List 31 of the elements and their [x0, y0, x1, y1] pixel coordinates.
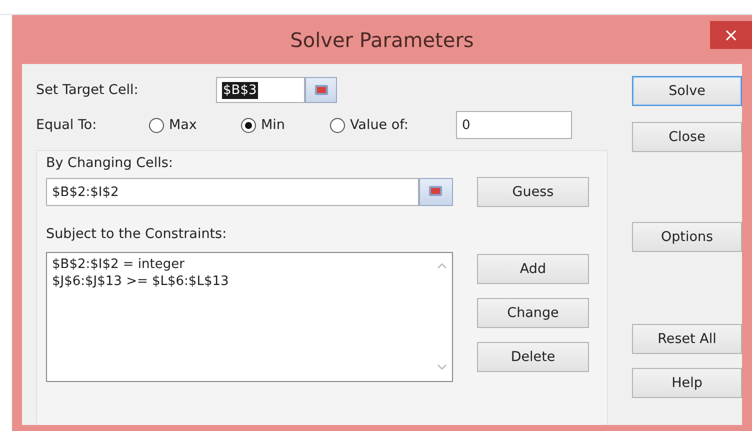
target-field[interactable]: $B$3 [216, 77, 305, 103]
constraint-item[interactable]: $B$2:$I$2 = integer [52, 256, 432, 273]
radio-button[interactable] [241, 118, 256, 132]
range-picker-icon[interactable] [419, 178, 453, 206]
target-label: Set Target Cell: [36, 82, 140, 98]
dialog-button[interactable]: Reset All [632, 324, 742, 354]
radio-button[interactable] [149, 118, 164, 132]
radio-button[interactable] [330, 118, 345, 132]
constraint-button[interactable]: Change [477, 298, 589, 328]
constraint-button[interactable]: Add [477, 254, 589, 284]
dialog-button[interactable]: Options [632, 222, 742, 252]
dialog-button[interactable]: Help [632, 368, 742, 398]
changing-cells-field[interactable]: $B$2:$I$2 [46, 178, 419, 206]
close-button[interactable]: × [710, 21, 752, 49]
value-field[interactable]: 0 [456, 111, 572, 139]
radio-label[interactable]: Min [261, 117, 285, 133]
scroll-up-icon[interactable] [437, 262, 447, 269]
dialog-button[interactable]: Solve [632, 76, 742, 106]
radio-label[interactable]: Value of: [350, 117, 408, 133]
window-title: Solver Parameters [290, 28, 474, 52]
scroll-down-icon[interactable] [437, 364, 447, 371]
constraint-button[interactable]: Delete [477, 342, 589, 372]
constraint-item[interactable]: $J$6:$J$13 >= $L$6:$L$13 [52, 273, 432, 290]
equal-to-label: Equal To: [36, 117, 98, 133]
constraints-list[interactable]: $B$2:$I$2 = integer $J$6:$J$13 >= $L$6:$L$13 [46, 252, 453, 382]
dialog-button[interactable]: Close [632, 122, 742, 152]
changing-cells-label: By Changing Cells: [46, 155, 174, 171]
constraints-label: Subject to the Constraints: [46, 226, 228, 242]
radio-label[interactable]: Max [169, 117, 197, 133]
range-picker-icon[interactable] [305, 77, 337, 103]
guess-button[interactable]: Guess [477, 177, 589, 207]
